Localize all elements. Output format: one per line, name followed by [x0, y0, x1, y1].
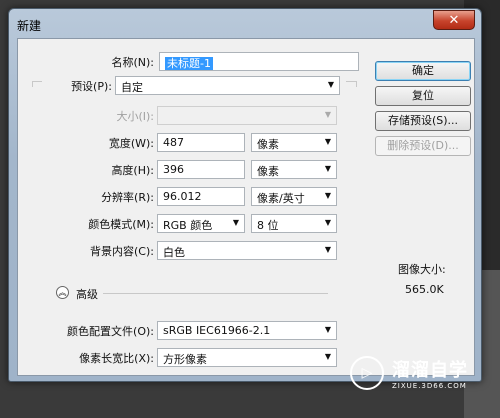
- resolution-input[interactable]: 96.012: [157, 187, 245, 206]
- background-select[interactable]: 白色: [157, 241, 337, 260]
- dialog-body: 名称(N): 未标题-1 预设(P): 自定 大小(I): 宽度(W): 487…: [17, 38, 475, 376]
- reset-button[interactable]: 复位: [375, 86, 471, 106]
- resolution-unit-select[interactable]: 像素/英寸: [251, 187, 337, 206]
- preset-label: 预设(P):: [71, 80, 112, 93]
- title-bar[interactable]: 新建 ✕: [9, 9, 481, 37]
- pixel-aspect-label: 像素长宽比(X):: [79, 352, 154, 365]
- width-label: 宽度(W):: [108, 137, 154, 150]
- save-preset-button[interactable]: 存储预设(S)...: [375, 111, 471, 131]
- close-icon: ✕: [448, 12, 460, 28]
- name-label: 名称(N):: [111, 56, 154, 69]
- dialog-title: 新建: [17, 19, 42, 33]
- height-unit-value: 像素: [257, 165, 279, 178]
- background-label: 背景内容(C):: [90, 245, 154, 258]
- pixel-aspect-value: 方形像素: [163, 353, 207, 366]
- ok-button[interactable]: 确定: [375, 61, 471, 81]
- watermark-main: 溜溜自学: [392, 360, 468, 381]
- preset-select[interactable]: 自定: [115, 76, 340, 95]
- bit-depth-value: 8 位: [257, 219, 279, 232]
- color-mode-value: RGB 颜色: [163, 219, 213, 232]
- name-input[interactable]: 未标题-1: [159, 52, 359, 71]
- size-label: 大小(I):: [116, 110, 154, 123]
- height-label: 高度(H):: [111, 164, 154, 177]
- close-button[interactable]: ✕: [433, 10, 475, 30]
- size-select: [157, 106, 337, 125]
- resolution-label: 分辨率(R):: [101, 191, 154, 204]
- width-value: 487: [163, 136, 184, 149]
- watermark: ▷ 溜溜自学 ZIXUE.3D66.COM: [350, 348, 482, 398]
- color-mode-select[interactable]: RGB 颜色: [157, 214, 245, 233]
- resolution-unit-value: 像素/英寸: [257, 192, 305, 205]
- color-profile-label: 颜色配置文件(O):: [67, 325, 154, 338]
- width-unit-select[interactable]: 像素: [251, 133, 337, 152]
- width-unit-value: 像素: [257, 138, 279, 151]
- delete-preset-button: 删除预设(D)...: [375, 136, 471, 156]
- height-input[interactable]: 396: [157, 160, 245, 179]
- height-unit-select[interactable]: 像素: [251, 160, 337, 179]
- play-logo-icon: ▷: [350, 356, 384, 390]
- preset-value: 自定: [121, 81, 143, 94]
- advanced-label: 高级: [76, 288, 98, 301]
- preset-group-line-right: [346, 81, 356, 82]
- bit-depth-select[interactable]: 8 位: [251, 214, 337, 233]
- name-value: 未标题-1: [165, 57, 213, 70]
- image-size-title: 图像大小:: [398, 263, 446, 276]
- resolution-value: 96.012: [163, 190, 202, 203]
- collapse-chevron-icon: ︽: [58, 288, 67, 297]
- advanced-divider: [103, 293, 328, 294]
- advanced-toggle[interactable]: ︽: [56, 286, 69, 299]
- background-value: 白色: [163, 246, 185, 259]
- pixel-aspect-select[interactable]: 方形像素: [157, 348, 337, 367]
- preset-group-edge-right: [356, 81, 357, 87]
- width-input[interactable]: 487: [157, 133, 245, 152]
- new-document-dialog: 新建 ✕ 名称(N): 未标题-1 预设(P): 自定 大小(I): 宽度(W)…: [8, 8, 482, 382]
- color-mode-label: 颜色模式(M):: [88, 218, 154, 231]
- watermark-sub: ZIXUE.3D66.COM: [392, 382, 467, 390]
- color-profile-select[interactable]: sRGB IEC61966-2.1: [157, 321, 337, 340]
- color-profile-value: sRGB IEC61966-2.1: [163, 324, 271, 337]
- image-size-value: 565.0K: [405, 283, 444, 296]
- height-value: 396: [163, 163, 184, 176]
